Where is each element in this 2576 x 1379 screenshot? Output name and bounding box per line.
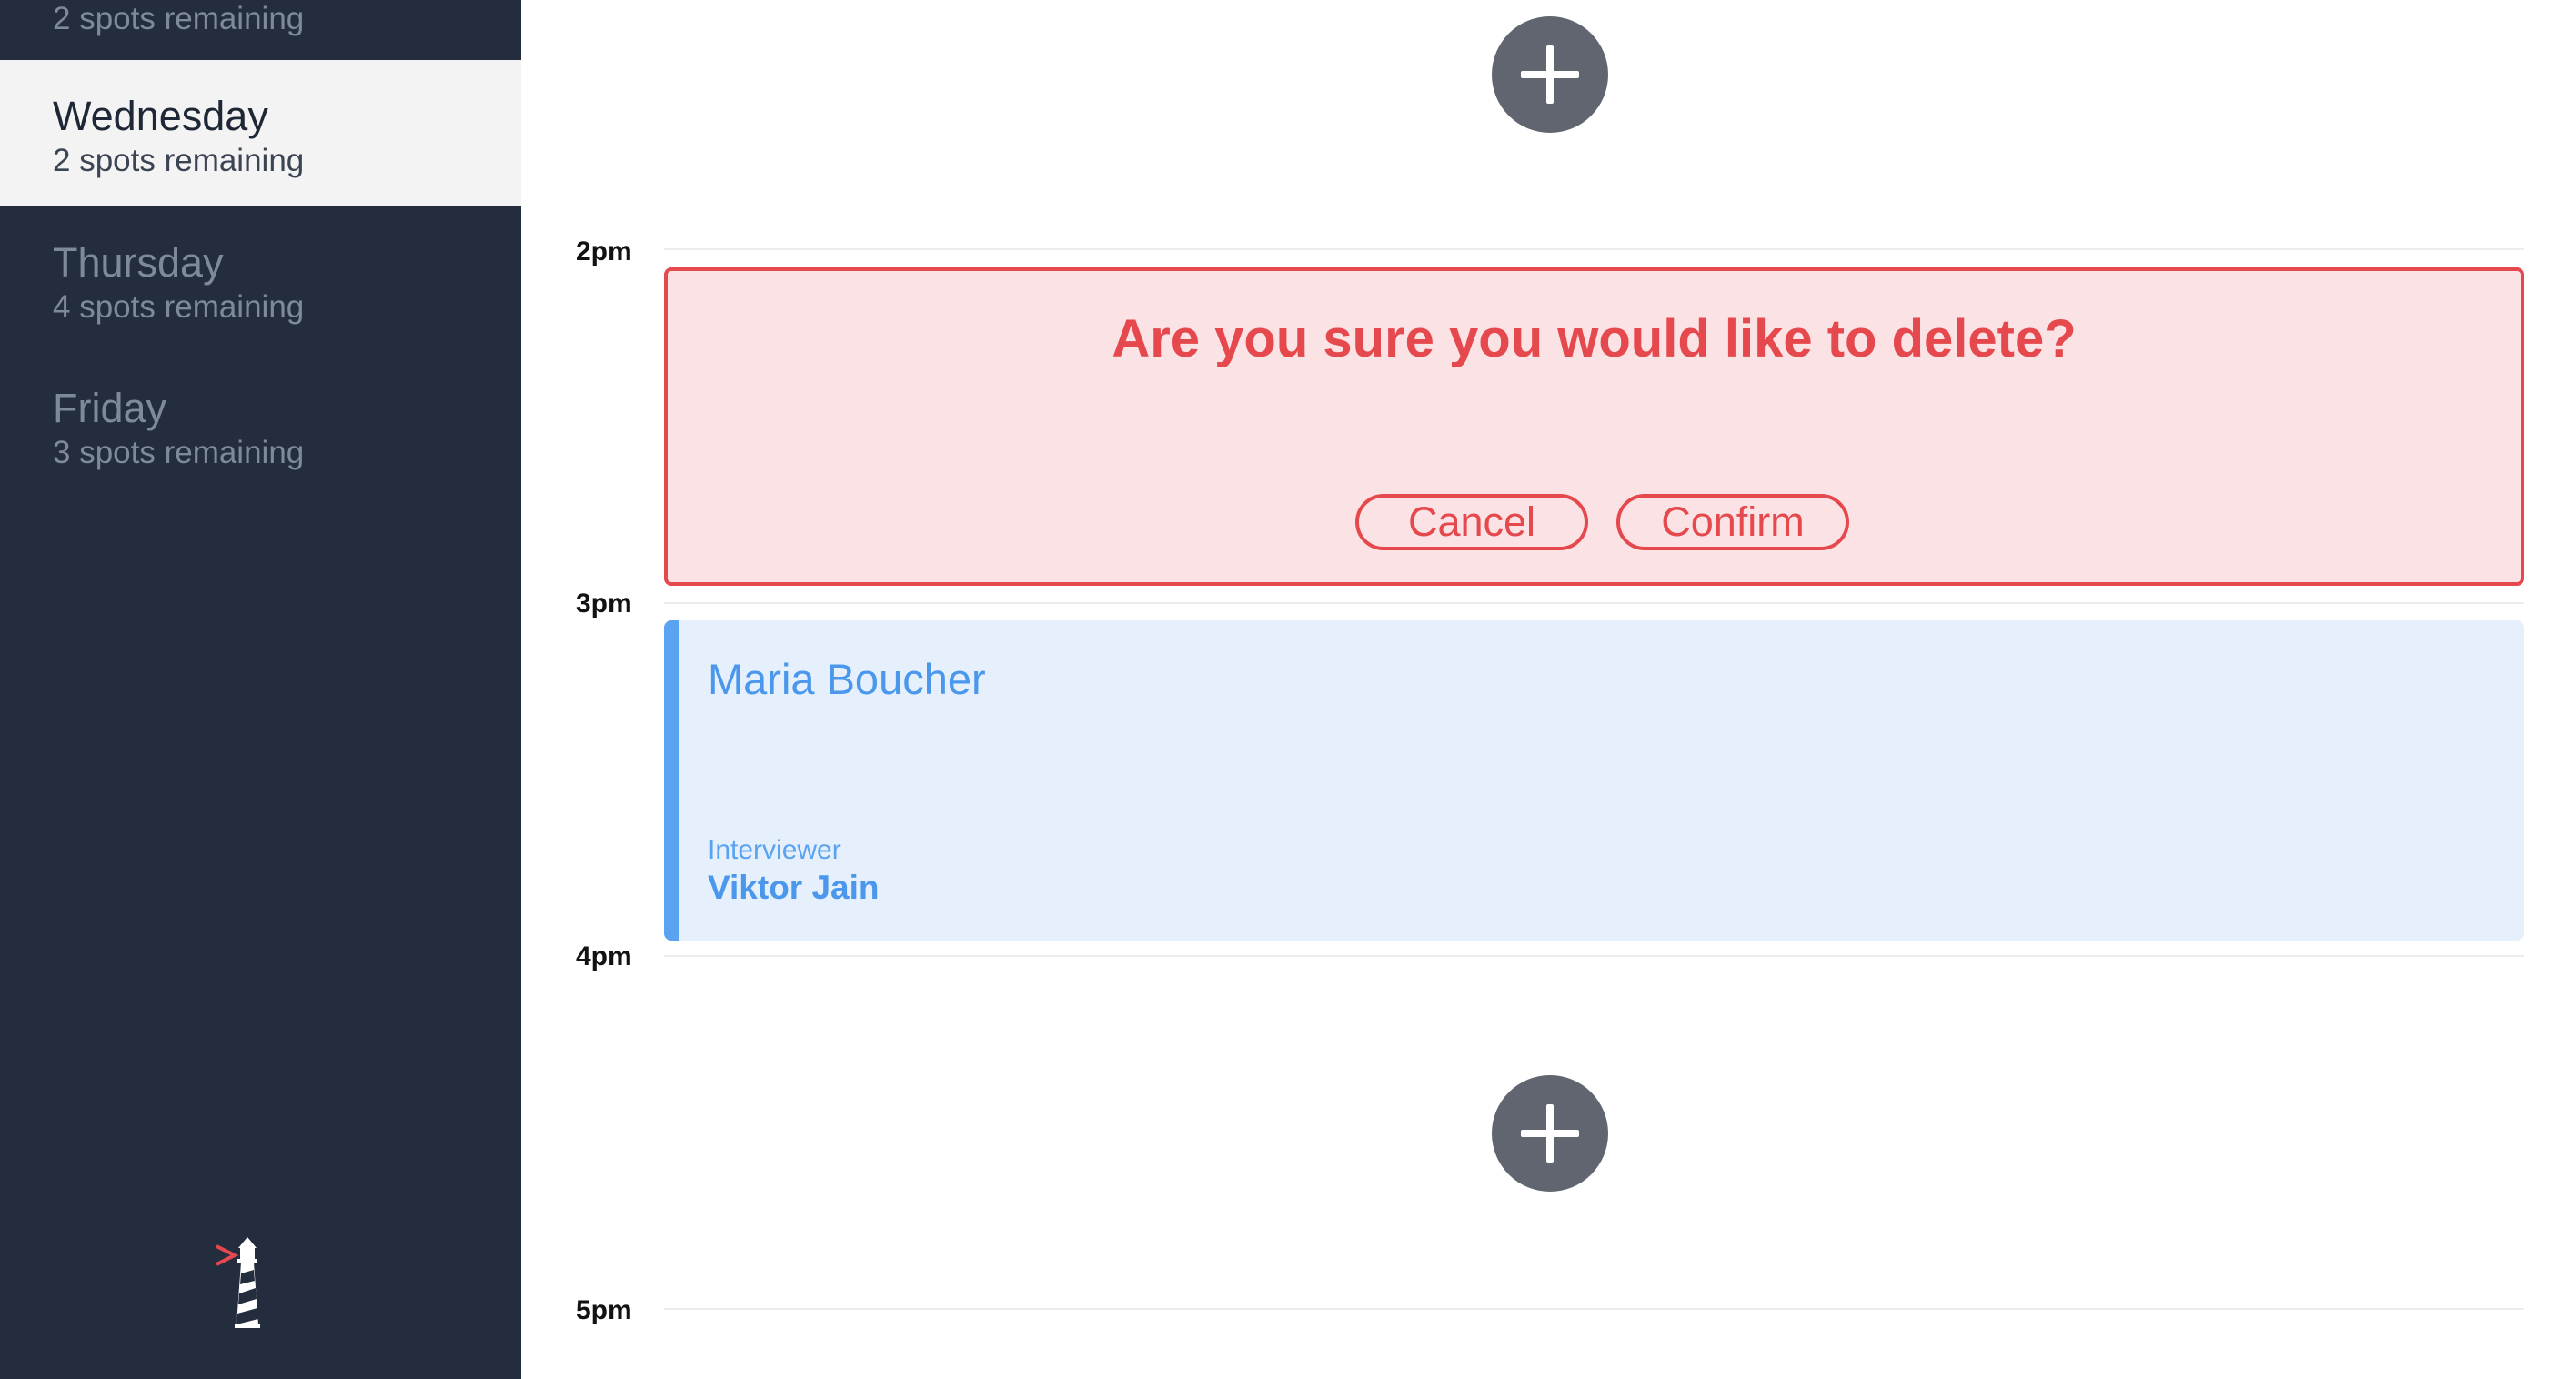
hour-divider bbox=[664, 1308, 2524, 1310]
day-sidebar: 2 spots remaining Wednesday 2 spots rema… bbox=[0, 0, 521, 1379]
delete-question: Are you sure you would like to delete? bbox=[1112, 309, 2077, 368]
add-slot-button[interactable] bbox=[1492, 16, 1608, 133]
day-name-label: Friday bbox=[53, 385, 167, 431]
schedule-view: 2pm Are you sure you would like to delet… bbox=[521, 0, 2576, 1379]
day-spots-label: 3 spots remaining bbox=[53, 435, 305, 470]
hour-label-4pm: 4pm bbox=[576, 941, 632, 971]
confirm-button[interactable]: Confirm bbox=[1616, 494, 1849, 550]
day-name-label: Wednesday bbox=[53, 93, 268, 139]
hour-label-2pm: 2pm bbox=[576, 237, 632, 267]
hour-divider bbox=[664, 248, 2524, 250]
interviewer-caption: Interviewer bbox=[708, 835, 841, 865]
day-spots-label: 2 spots remaining bbox=[53, 143, 305, 178]
sidebar-day-friday[interactable]: Friday 3 spots remaining bbox=[0, 352, 521, 498]
hour-label-5pm: 5pm bbox=[576, 1295, 632, 1325]
day-spots-label: 2 spots remaining bbox=[53, 1, 305, 36]
plus-icon-stroke bbox=[1546, 45, 1554, 104]
interviewer-name: Viktor Jain bbox=[708, 869, 880, 906]
day-spots-label: 4 spots remaining bbox=[53, 289, 305, 325]
sidebar-day-wednesday[interactable]: Wednesday 2 spots remaining bbox=[0, 60, 521, 206]
day-name-label: Thursday bbox=[53, 239, 224, 286]
add-slot-button[interactable] bbox=[1492, 1075, 1608, 1192]
lighthouse-icon bbox=[216, 1237, 260, 1328]
delete-confirmation: Are you sure you would like to delete? C… bbox=[664, 267, 2524, 586]
cancel-button[interactable]: Cancel bbox=[1355, 494, 1588, 550]
candidate-name: Maria Boucher bbox=[708, 655, 986, 703]
interview-slot[interactable]: Maria Boucher Interviewer Viktor Jain bbox=[664, 620, 2524, 941]
hour-label-3pm: 3pm bbox=[576, 589, 632, 619]
sidebar-day-thursday[interactable]: Thursday 4 spots remaining bbox=[0, 206, 521, 352]
hour-divider bbox=[664, 955, 2524, 957]
hour-divider bbox=[664, 602, 2524, 604]
plus-icon-stroke bbox=[1546, 1104, 1554, 1163]
sidebar-day-tuesday[interactable]: 2 spots remaining bbox=[0, 0, 521, 64]
